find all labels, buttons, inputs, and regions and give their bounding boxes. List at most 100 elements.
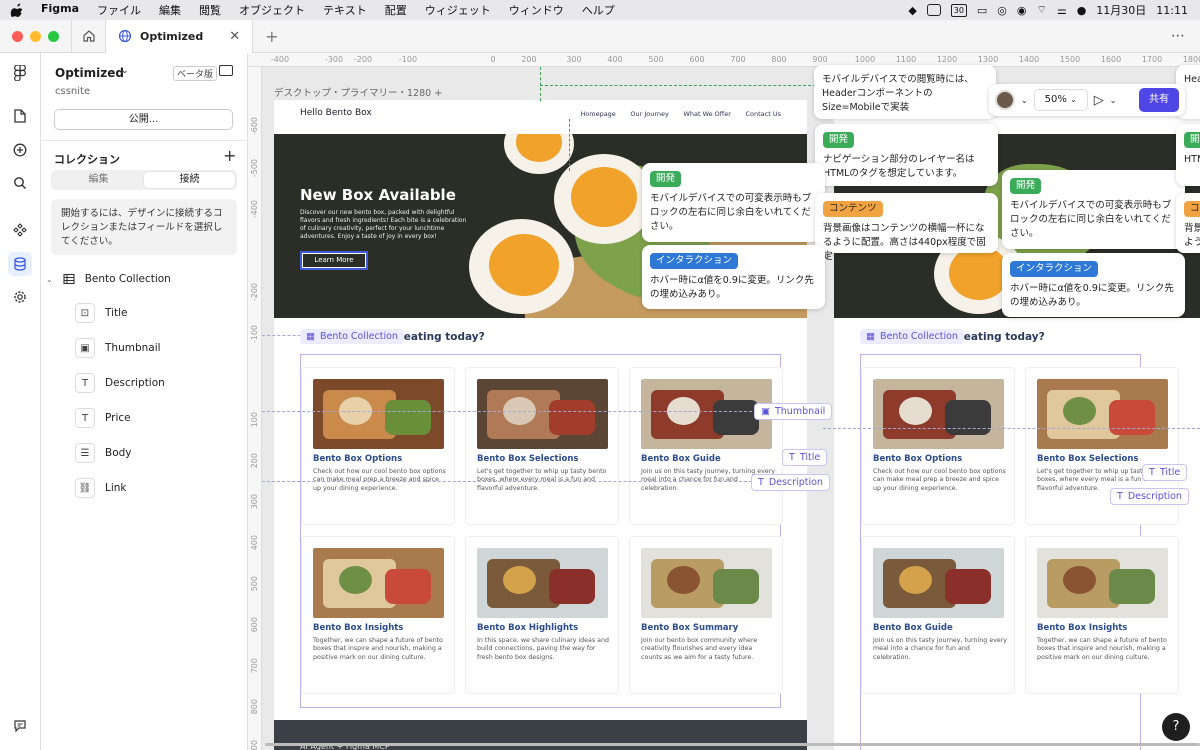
annotation-note-padding[interactable]: 開発 モバイルデバイスでの可変表示時もブロックの左右に同じ余白をいれてください。 xyxy=(1002,170,1185,249)
sidebar-toggle-icon[interactable] xyxy=(926,4,941,16)
annotation-note-mobile[interactable]: モバイルデバイスでの閲覧時には、HeaderコンポーネントのSize=Mobil… xyxy=(814,65,996,119)
nav-link-journey[interactable]: Our Journey xyxy=(630,110,669,118)
siri-icon[interactable]: ● xyxy=(1077,4,1087,17)
collection-binding-tag[interactable]: ▦ Bento Collection xyxy=(860,329,964,344)
menu-arrange[interactable]: 配置 xyxy=(376,2,416,18)
add-circle-icon[interactable] xyxy=(10,140,30,160)
chevron-down-icon[interactable]: ⌄ xyxy=(1110,96,1117,105)
nav-link-offer[interactable]: What We Offer xyxy=(683,110,731,118)
team-name[interactable]: cssnite xyxy=(55,86,90,97)
menu-help[interactable]: ヘルプ xyxy=(573,2,624,18)
search-icon[interactable] xyxy=(10,173,30,193)
present-play-icon[interactable]: ▷ xyxy=(1094,93,1104,108)
close-tab-icon[interactable]: ✕ xyxy=(229,29,240,44)
bento-card[interactable]: Bento Box Guide Join us on this tasty jo… xyxy=(629,367,783,525)
description-binding-tag[interactable]: T Description xyxy=(751,474,830,491)
screen-icon[interactable]: ▭ xyxy=(977,4,987,17)
minimize-window-button[interactable] xyxy=(30,30,41,42)
bento-card[interactable]: Bento Box Insights Together, we can shap… xyxy=(301,536,455,694)
menu-app-figma[interactable]: Figma xyxy=(32,2,88,18)
nav-link-contact[interactable]: Contact Us xyxy=(746,110,782,118)
site-header[interactable]: Hello Bento Box Homepage Our Journey Wha… xyxy=(274,100,807,126)
chevron-down-icon[interactable]: ⌄ xyxy=(1021,96,1028,105)
thumbnail-binding-tag[interactable]: ▣ Thumbnail xyxy=(754,403,833,420)
bento-card[interactable]: Bento Box Options Check out how our cool… xyxy=(861,367,1015,525)
tab-connect[interactable]: 接続 xyxy=(144,172,235,188)
bento-card[interactable]: Bento Box Guide Join us on this tasty jo… xyxy=(861,536,1015,694)
bento-card[interactable]: Bento Box Insights Together, we can shap… xyxy=(1025,536,1179,694)
more-menu-icon[interactable]: ⋯ xyxy=(1171,28,1200,44)
tab-edit[interactable]: 編集 xyxy=(53,172,144,188)
annotation-note-nav[interactable]: 開発 ナビゲーション部分のレイヤー名はHTMLのタグを想定しています。 xyxy=(815,124,998,186)
collection-binding-tag[interactable]: ▦ Bento Collection xyxy=(300,329,404,344)
bento-card[interactable]: Bento Box Options Check out how our cool… xyxy=(301,367,455,525)
chevron-down-icon[interactable]: ⌄ xyxy=(121,66,129,76)
airdrop-icon[interactable]: ◎ xyxy=(997,4,1007,17)
file-icon[interactable] xyxy=(10,106,30,126)
chevron-down-icon[interactable]: ⌄ xyxy=(46,275,53,284)
menu-file[interactable]: ファイル xyxy=(88,2,150,18)
panel-toggle-icon[interactable] xyxy=(219,65,233,76)
components-icon[interactable] xyxy=(10,220,30,240)
help-button[interactable]: ? xyxy=(1162,713,1190,741)
card-title: Bento Box Guide xyxy=(641,454,721,464)
field-item-description[interactable]: T Description xyxy=(75,373,165,393)
feedback-icon[interactable] xyxy=(10,716,30,736)
database-icon[interactable] xyxy=(8,252,32,276)
new-tab-button[interactable]: + xyxy=(253,27,290,46)
menu-text[interactable]: テキスト xyxy=(314,2,376,18)
hero-text: Discover our new bento box, packed with … xyxy=(300,209,467,240)
title-binding-tag[interactable]: T Title xyxy=(782,449,828,466)
title-binding-tag[interactable]: T Title xyxy=(1142,464,1188,481)
menu-view[interactable]: 閲覧 xyxy=(190,2,230,18)
zoom-select[interactable]: 50% ⌄ xyxy=(1033,89,1088,111)
bento-card[interactable]: Bento Box Summary Join our bento box com… xyxy=(629,536,783,694)
card-thumbnail xyxy=(1037,379,1168,449)
apple-icon[interactable] xyxy=(10,3,24,17)
figma-logo-icon[interactable] xyxy=(10,63,30,83)
annotation-note-hover[interactable]: インタラクション ホバー時にα値を0.9に変更。リンク先の埋め込みあり。 xyxy=(1002,253,1185,317)
field-item-thumbnail[interactable]: ▣ Thumbnail xyxy=(75,338,161,358)
zoom-window-button[interactable] xyxy=(48,30,59,42)
learn-more-button[interactable]: Learn More xyxy=(300,251,368,270)
wifi-icon[interactable]: ⌔ xyxy=(1036,3,1046,17)
menu-window[interactable]: ウィンドウ xyxy=(500,2,573,18)
field-item-link[interactable]: ⛓ Link xyxy=(75,478,127,498)
document-tab[interactable]: Optimized ✕ xyxy=(106,19,253,53)
design-canvas[interactable]: -400 -300 -200 -100 0 200 300 400 500 60… xyxy=(248,53,1200,750)
site-brand[interactable]: Hello Bento Box xyxy=(300,108,372,118)
field-item-price[interactable]: T Price xyxy=(75,408,131,428)
annotation-note-cut[interactable]: コ 背景 よう xyxy=(1176,193,1200,253)
annotation-note-padding[interactable]: 開発 モバイルデバイスでの可変表示時もブロックの左右に同じ余白をいれてください。 xyxy=(642,163,825,242)
user-icon[interactable]: ◉ xyxy=(1017,4,1027,17)
collection-tree-root[interactable]: ⌄ Bento Collection xyxy=(46,273,171,285)
settings-gear-icon[interactable] xyxy=(10,287,30,307)
control-center-icon[interactable]: ⚌ xyxy=(1057,4,1067,17)
menu-object[interactable]: オブジェクト xyxy=(230,2,314,18)
file-name[interactable]: Optimized xyxy=(55,66,124,80)
annotation-note-cut[interactable]: 開 HTM xyxy=(1176,124,1200,186)
add-collection-button[interactable]: + xyxy=(223,146,236,165)
menu-widget[interactable]: ウィジェット xyxy=(416,2,500,18)
dropbox-icon[interactable]: ◆ xyxy=(908,4,916,17)
menubar-time[interactable]: 11:11 xyxy=(1156,4,1188,17)
bento-card[interactable]: Bento Box Highlights In this space, we s… xyxy=(465,536,619,694)
annotation-note-hover[interactable]: インタラクション ホバー時にα値を0.9に変更。リンク先の埋め込みあり。 xyxy=(642,245,825,309)
calendar-icon[interactable]: 30 xyxy=(950,3,967,17)
share-button[interactable]: 共有 xyxy=(1139,88,1179,112)
close-window-button[interactable] xyxy=(12,30,23,42)
home-tab[interactable] xyxy=(72,29,105,43)
menubar-date[interactable]: 11月30日 xyxy=(1096,2,1146,18)
field-item-body[interactable]: ☰ Body xyxy=(75,443,132,463)
field-item-title[interactable]: ⊡ Title xyxy=(75,303,128,323)
menu-edit[interactable]: 編集 xyxy=(150,2,190,18)
frame-label[interactable]: デスクトップ・プライマリー・1280 + xyxy=(274,85,442,99)
bento-card[interactable]: Bento Box Selections Let's get together … xyxy=(465,367,619,525)
annotation-note-background[interactable]: コンテンツ 背景画像はコンテンツの横幅一杯になるように配置。高さは440px程度… xyxy=(815,193,998,262)
nav-link-homepage[interactable]: Homepage xyxy=(580,110,615,118)
description-binding-tag[interactable]: T Description xyxy=(1110,488,1189,505)
avatar[interactable] xyxy=(995,90,1015,110)
text-icon: T xyxy=(1117,491,1123,502)
horizontal-scrollbar[interactable] xyxy=(265,743,1200,746)
publish-button[interactable]: 公開... xyxy=(54,109,233,130)
